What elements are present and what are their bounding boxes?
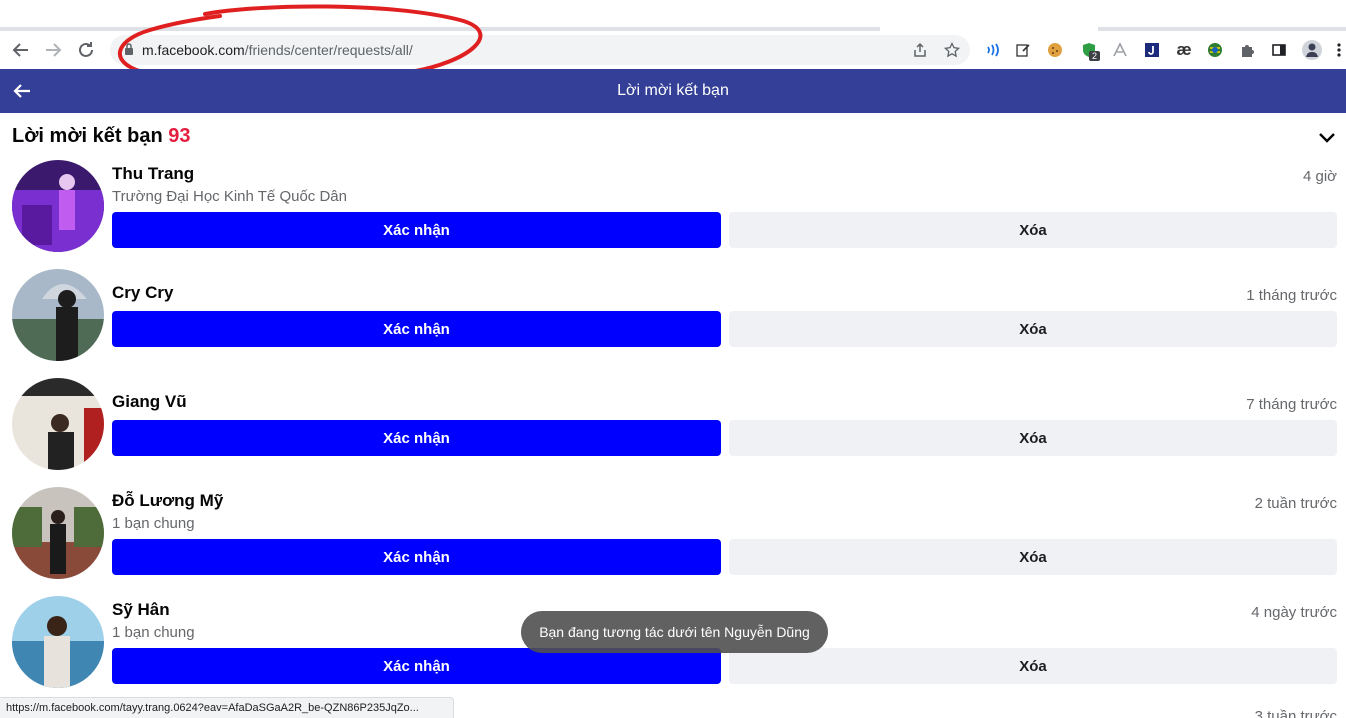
profile-icon: [1302, 40, 1322, 60]
avatar[interactable]: [12, 487, 104, 579]
extension-shield-button[interactable]: 2: [1079, 40, 1101, 61]
delete-button[interactable]: Xóa: [729, 212, 1337, 248]
side-panel-icon: [1272, 44, 1286, 56]
confirm-button[interactable]: Xác nhận: [112, 420, 721, 456]
extension-edit-button[interactable]: [1013, 40, 1033, 60]
request-name[interactable]: Sỹ Hân: [112, 600, 170, 620]
extension-wave-button[interactable]: [982, 40, 1002, 60]
request-name[interactable]: Thu Trang: [112, 164, 194, 184]
arrow-left-icon: [12, 43, 28, 57]
j-logo-icon: [1145, 43, 1159, 57]
confirm-button[interactable]: Xác nhận: [112, 648, 721, 684]
extension-cookie-button[interactable]: [1045, 40, 1065, 60]
profile-avatar[interactable]: [1302, 40, 1322, 60]
avatar-photo: [12, 269, 104, 361]
delete-button[interactable]: Xóa: [729, 311, 1337, 347]
pencil-icon: [1016, 44, 1030, 57]
globe-icon: [1208, 43, 1222, 57]
lock-icon: [125, 43, 133, 55]
request-time: 4 giờ: [1302, 168, 1337, 185]
reload-button[interactable]: [73, 37, 99, 63]
delete-button[interactable]: Xóa: [729, 648, 1337, 684]
arrow-right-icon: [46, 43, 62, 57]
extension-j-button[interactable]: [1142, 40, 1162, 60]
request-subtitle: 1 bạn chung: [112, 515, 195, 532]
header-title: Lời mời kết bạn: [617, 82, 729, 99]
avatar[interactable]: [12, 378, 104, 470]
request-time: 2 tuần trước: [1254, 495, 1337, 512]
extension-a-button[interactable]: [1110, 40, 1130, 60]
browser-tab-strip: [0, 0, 1346, 31]
request-subtitle: Trường Đại Học Kinh Tế Quốc Dân: [112, 188, 347, 205]
star-icon: [944, 42, 960, 58]
browser-menu-button[interactable]: [1333, 40, 1345, 60]
address-bar[interactable]: m.facebook.com/friends/center/requests/a…: [110, 35, 970, 65]
extension-badge: 2: [1089, 51, 1101, 61]
a-logo-icon: [1113, 42, 1127, 57]
confirm-button[interactable]: Xác nhận: [112, 539, 721, 575]
delete-button[interactable]: Xóa: [729, 539, 1337, 575]
request-name[interactable]: Giang Vũ: [112, 392, 187, 412]
extension-ae-button[interactable]: æ: [1174, 40, 1194, 60]
request-subtitle: 1 bạn chung: [112, 624, 195, 641]
request-time: 7 tháng trước: [1246, 396, 1337, 413]
avatar-photo: [12, 596, 104, 688]
delete-button[interactable]: Xóa: [729, 420, 1337, 456]
request-name[interactable]: Cry Cry: [112, 283, 173, 303]
share-button[interactable]: [910, 40, 930, 60]
avatar[interactable]: [12, 269, 104, 361]
side-panel-button[interactable]: [1269, 40, 1289, 60]
confirm-button[interactable]: Xác nhận: [112, 311, 721, 347]
extensions-menu-button[interactable]: [1237, 40, 1257, 60]
back-button[interactable]: [8, 37, 34, 63]
request-time: 1 tháng trước: [1246, 287, 1337, 304]
avatar-photo: [12, 487, 104, 579]
avatar[interactable]: [12, 160, 104, 252]
avatar-photo: [12, 378, 104, 470]
avatar-photo: [12, 160, 104, 252]
url-text: m.facebook.com/friends/center/requests/a…: [142, 42, 413, 58]
browser-toolbar: m.facebook.com/friends/center/requests/a…: [0, 31, 1346, 69]
wave-icon: [987, 43, 999, 57]
request-count: 93: [168, 125, 191, 147]
fb-header-bar: Lời mời kết bạn: [0, 69, 1346, 113]
request-time-partial: 3 tuần trước: [1254, 708, 1337, 718]
url-domain: m.facebook.com: [142, 42, 245, 58]
chevron-down-icon[interactable]: [1316, 126, 1338, 148]
cookie-icon: [1048, 43, 1062, 57]
avatar[interactable]: [12, 596, 104, 688]
reload-icon: [79, 42, 93, 57]
identity-toast: Bạn đang tương tác dưới tên Nguyễn Dũng: [521, 611, 828, 653]
extension-globe-button[interactable]: [1205, 40, 1225, 60]
more-vertical-icon: [1337, 43, 1341, 57]
request-name[interactable]: Đỗ Lương Mỹ: [112, 491, 223, 511]
section-title-text: Lời mời kết bạn: [12, 125, 163, 147]
url-path: /friends/center/requests/all/: [244, 42, 413, 58]
section-title: Lời mời kết bạn 93: [12, 125, 191, 148]
share-icon: [914, 42, 926, 57]
forward-button[interactable]: [40, 37, 66, 63]
confirm-button[interactable]: Xác nhận: [112, 212, 721, 248]
link-status-bar: https://m.facebook.com/tayy.trang.0624?e…: [0, 697, 454, 718]
bookmark-button[interactable]: [942, 40, 962, 60]
puzzle-icon: [1242, 45, 1254, 57]
request-time: 4 ngày trước: [1251, 604, 1337, 621]
